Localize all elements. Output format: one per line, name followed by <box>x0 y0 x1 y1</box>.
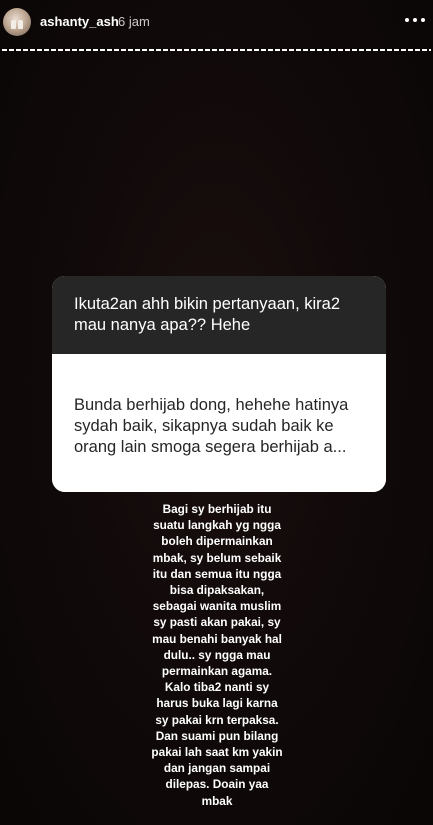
answer-text: Bunda berhijab dong, hehehe hatinya syda… <box>52 354 386 492</box>
reply-line: dilepas. Doain yaa <box>165 777 269 792</box>
reply-line: sy pasti akan pakai, sy <box>153 615 281 630</box>
reply-line: sebagai wanita muslim <box>152 599 282 614</box>
reply-text: Bagi sy berhijab itu suatu langkah yg ng… <box>130 501 304 809</box>
reply-line: Dan suami pun bilang <box>155 728 279 743</box>
reply-line: boleh dipermainkan <box>161 534 273 549</box>
story-header: ashanty_ash 6 jam <box>0 0 433 45</box>
username[interactable]: ashanty_ash <box>40 14 119 29</box>
question-text: Ikuta2an ahh bikin pertanyaan, kira2 mau… <box>52 276 386 354</box>
avatar-figure <box>18 20 23 29</box>
avatar-figure <box>11 20 16 29</box>
reply-line: permainkan agama. <box>161 664 273 679</box>
reply-line: suatu langkah yg ngga <box>153 518 281 533</box>
reply-line: pakai lah saat km yakin <box>151 745 283 760</box>
story-progress-bar <box>2 49 431 51</box>
reply-line: Bagi sy berhijab itu <box>162 502 272 516</box>
more-dots-icon[interactable] <box>405 15 425 25</box>
reply-line: itu dan semua itu ngga <box>152 566 282 581</box>
reply-line: harus buka lagi karna <box>156 696 278 711</box>
reply-line: mbak, sy belum sebaik <box>152 550 282 565</box>
reply-line: dulu.. sy ngga mau <box>163 647 271 662</box>
reply-line: Kalo tiba2 nanti sy <box>164 680 270 695</box>
reply-line: dan jangan sampai <box>163 761 271 776</box>
reply-line: sy pakai krn terpaksa. <box>155 712 279 727</box>
question-sticker: Ikuta2an ahh bikin pertanyaan, kira2 mau… <box>52 276 386 492</box>
avatar[interactable] <box>3 8 31 36</box>
reply-line: mbak <box>201 793 233 808</box>
reply-line: bisa dipaksakan, <box>169 583 265 598</box>
reply-line: mau benahi banyak hal <box>152 631 282 646</box>
post-time: 6 jam <box>118 14 150 29</box>
